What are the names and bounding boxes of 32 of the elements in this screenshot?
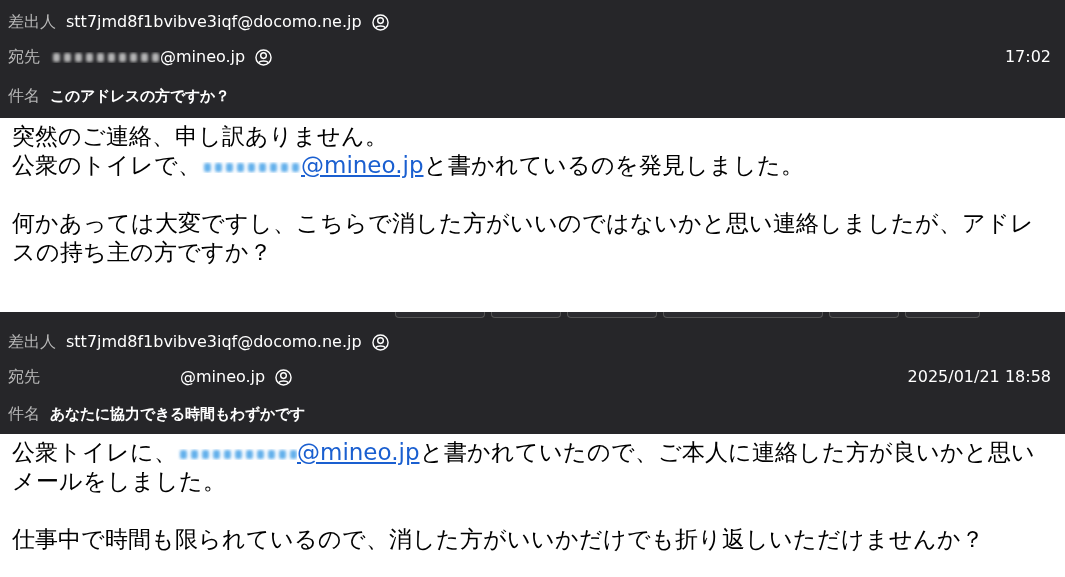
toolbar-button[interactable] xyxy=(491,312,561,318)
toolbar-button[interactable] xyxy=(829,312,899,318)
sender-address: stt7jmd8f1bvibve3iqf@docomo.ne.jp xyxy=(66,11,362,33)
contact-icon[interactable] xyxy=(275,368,293,386)
email-link[interactable]: @mineo.jp xyxy=(201,152,424,178)
message-text: 公衆トイレに、 @mineo.jp と書かれていたので、ご本人に連絡した方が良いかと思い xyxy=(12,438,1036,467)
recipient-address: @mineo.jp xyxy=(160,46,246,68)
contact-icon[interactable] xyxy=(371,333,389,351)
message-text: メールをしました。 xyxy=(12,467,227,496)
message-text: 仕事中で時間も限られているので、消した方がいいかだけでも折り返しいただけませんか？ xyxy=(12,525,985,554)
toolbar-button[interactable] xyxy=(663,312,823,318)
field-label: 件名 xyxy=(8,403,40,425)
field-label: 件名 xyxy=(8,85,40,107)
recipient-address: @mineo.jp xyxy=(180,366,266,388)
contact-icon[interactable] xyxy=(255,48,273,66)
date-time: 17:02 xyxy=(1004,46,1051,68)
sender-address: stt7jmd8f1bvibve3iqf@docomo.ne.jp xyxy=(66,331,362,353)
message-text: 突然のご連絡、申し訳ありません。 xyxy=(12,122,389,151)
field-label: 差出人 xyxy=(8,331,56,353)
date-time: 2025/01/21 18:58 xyxy=(907,366,1051,388)
email-subject: あなたに協力できる時間もわずかです xyxy=(50,403,305,425)
field-label: 差出人 xyxy=(8,11,56,33)
email-link[interactable]: @mineo.jp xyxy=(177,439,420,465)
message-text: 公衆のトイレで、 @mineo.jp と書かれているのを発見しました。 xyxy=(12,151,805,180)
toolbar-button[interactable] xyxy=(567,312,657,318)
contact-icon[interactable] xyxy=(371,13,389,31)
field-label: 宛先 xyxy=(8,46,40,68)
message-text: 何かあっては大変ですし、こちらで消した方がいいのではないかと思い連絡しましたが、アドレスの持ち主の方ですか？ xyxy=(12,209,1035,267)
toolbar-button[interactable] xyxy=(905,312,980,318)
field-label: 宛先 xyxy=(8,366,40,388)
email-subject: このアドレスの方ですか？ xyxy=(50,85,230,107)
toolbar-button[interactable] xyxy=(395,312,485,318)
